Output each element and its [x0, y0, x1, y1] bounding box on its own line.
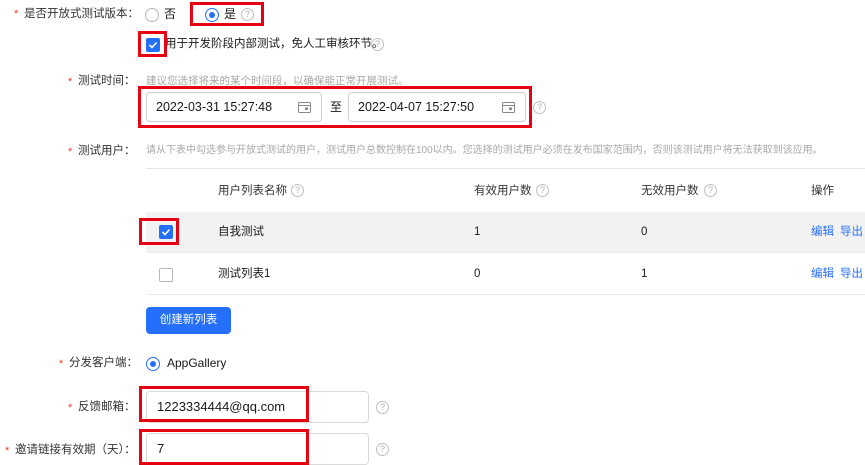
required-mark: *: [68, 402, 73, 414]
required-mark: *: [14, 8, 19, 20]
help-icon[interactable]: ?: [291, 184, 304, 197]
open-test-option-no-label: 否: [164, 7, 177, 21]
row-valid-count: 0: [474, 268, 481, 280]
help-icon[interactable]: ?: [533, 101, 546, 114]
internal-test-checkbox[interactable]: [146, 38, 160, 52]
row-divider: [146, 252, 865, 253]
column-header-name: 用户列表名称: [218, 185, 287, 197]
email-field[interactable]: 1223334444@qq.com: [146, 391, 369, 423]
email-label: 反馈邮箱：: [78, 401, 136, 413]
create-list-button[interactable]: 创建新列表: [146, 307, 231, 334]
edit-link[interactable]: 编辑: [811, 224, 834, 240]
calendar-icon: [502, 102, 515, 113]
row-checkbox[interactable]: [159, 225, 173, 239]
checkmark-icon: [161, 228, 171, 236]
start-time-picker[interactable]: 2022-03-31 15:27:48: [146, 92, 322, 122]
date-range-separator: 至: [330, 100, 343, 114]
column-header-valid: 有效用户数: [474, 185, 532, 197]
test-users-label: 测试用户：: [78, 145, 136, 157]
required-mark: *: [68, 76, 73, 88]
row-checkbox[interactable]: [159, 268, 173, 282]
client-label: 分发客户端：: [69, 357, 138, 369]
row-name: 测试列表1: [218, 268, 271, 280]
open-test-label: 是否开放式测试版本：: [24, 8, 139, 20]
table-bottom-divider: [146, 294, 865, 295]
help-icon[interactable]: ?: [241, 8, 254, 21]
help-icon[interactable]: ?: [536, 184, 549, 197]
help-icon[interactable]: ?: [376, 401, 389, 414]
row-valid-count: 1: [474, 226, 481, 238]
client-radio-appgallery[interactable]: [146, 357, 160, 371]
end-time-picker[interactable]: 2022-04-07 15:27:50: [348, 92, 526, 122]
invite-validity-field[interactable]: 7: [146, 433, 369, 465]
test-time-hint: 建议您选择将来的某个时间段，以确保能正常开展测试。: [146, 75, 409, 87]
open-test-radio-yes[interactable]: [205, 8, 219, 22]
internal-test-note: 用于开发阶段内部测试，免人工审核环节。: [165, 38, 384, 50]
table-top-divider: [146, 168, 865, 169]
required-mark: *: [59, 358, 64, 370]
row-invalid-count: 0: [641, 226, 648, 238]
email-value: 1223334444@qq.com: [157, 399, 286, 414]
start-time-value: 2022-03-31 15:27:48: [156, 100, 273, 114]
invite-label: 邀请链接有效期（天）：: [15, 444, 136, 456]
help-icon[interactable]: ?: [376, 443, 389, 456]
required-mark: *: [68, 146, 73, 158]
checkmark-icon: [148, 41, 158, 49]
export-link[interactable]: 导出: [840, 266, 863, 282]
client-option-label: AppGallery: [167, 356, 227, 370]
edit-link[interactable]: 编辑: [811, 266, 834, 282]
calendar-icon: [298, 102, 311, 113]
end-time-value: 2022-04-07 15:27:50: [358, 100, 475, 114]
export-link[interactable]: 导出: [840, 224, 863, 240]
row-name: 自我测试: [218, 226, 264, 238]
help-icon[interactable]: ?: [371, 38, 384, 51]
required-mark: *: [5, 445, 10, 457]
column-header-action: 操作: [811, 185, 834, 197]
row-invalid-count: 1: [641, 268, 648, 280]
invite-validity-value: 7: [157, 441, 165, 456]
test-time-label: 测试时间：: [78, 75, 136, 87]
column-header-invalid: 无效用户数: [641, 185, 699, 197]
open-test-radio-no[interactable]: [145, 8, 159, 22]
help-icon[interactable]: ?: [704, 184, 717, 197]
open-test-option-yes-label: 是: [224, 7, 237, 21]
test-users-hint: 请从下表中勾选参与开放式测试的用户，测试用户总数控制在100以内。您选择的测试用…: [146, 145, 823, 156]
